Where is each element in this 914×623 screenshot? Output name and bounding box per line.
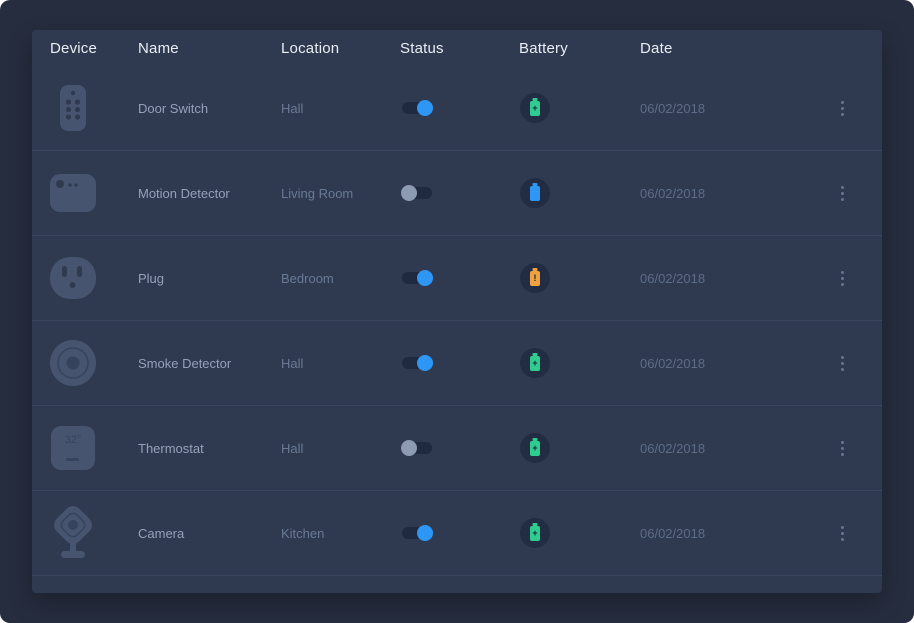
battery-icon xyxy=(530,186,540,201)
status-toggle[interactable] xyxy=(402,187,432,199)
toggle-knob xyxy=(417,525,433,541)
device-name: Smoke Detector xyxy=(138,356,281,371)
battery-indicator xyxy=(520,178,550,208)
device-name: Motion Detector xyxy=(138,186,281,201)
device-location: Hall xyxy=(281,101,400,116)
header-status: Status xyxy=(400,40,519,57)
row-menu-icon[interactable] xyxy=(833,266,852,291)
header-battery: Battery xyxy=(519,40,640,57)
row-menu-icon[interactable] xyxy=(833,96,852,121)
status-toggle[interactable] xyxy=(402,102,432,114)
device-date: 06/02/2018 xyxy=(640,526,818,541)
svg-text:32°: 32° xyxy=(65,434,82,446)
battery-indicator: ! xyxy=(520,263,550,293)
camera-icon xyxy=(50,503,96,563)
toggle-knob xyxy=(401,440,417,456)
row-menu-icon[interactable] xyxy=(833,351,852,376)
row-menu-icon[interactable] xyxy=(833,521,852,546)
device-date: 06/02/2018 xyxy=(640,186,818,201)
battery-icon: ! xyxy=(530,271,540,286)
device-date: 06/02/2018 xyxy=(640,356,818,371)
battery-icon: + xyxy=(530,526,540,541)
smoke-detector-icon xyxy=(50,333,96,393)
battery-indicator: + xyxy=(520,433,550,463)
battery-indicator: + xyxy=(520,93,550,123)
device-location: Hall xyxy=(281,441,400,456)
table-row: Camera Kitchen + 06/02/2018 xyxy=(32,491,882,576)
device-date: 06/02/2018 xyxy=(640,101,818,116)
device-table-card: Device Name Location Status Battery Date xyxy=(32,30,882,593)
table-header: Device Name Location Status Battery Date xyxy=(32,30,882,66)
device-name: Camera xyxy=(138,526,281,541)
device-name: Thermostat xyxy=(138,441,281,456)
header-name: Name xyxy=(138,40,281,57)
device-name: Plug xyxy=(138,271,281,286)
status-toggle[interactable] xyxy=(402,357,432,369)
motion-detector-icon xyxy=(50,163,96,223)
table-row: Door Switch Hall + 06/02/2018 xyxy=(32,66,882,151)
battery-icon: + xyxy=(530,441,540,456)
header-date: Date xyxy=(640,40,818,57)
status-toggle[interactable] xyxy=(402,272,432,284)
toggle-knob xyxy=(417,100,433,116)
toggle-knob xyxy=(417,270,433,286)
table-row: Smoke Detector Hall + 06/02/2018 xyxy=(32,321,882,406)
app-window: Device Name Location Status Battery Date xyxy=(0,0,914,623)
battery-indicator: + xyxy=(520,348,550,378)
door-switch-icon xyxy=(50,78,96,138)
device-location: Hall xyxy=(281,356,400,371)
table-row: 32° Thermostat Hall + 06/02/2018 xyxy=(32,406,882,491)
table-row: Plug Bedroom ! 06/02/2018 xyxy=(32,236,882,321)
toggle-knob xyxy=(401,185,417,201)
device-date: 06/02/2018 xyxy=(640,271,818,286)
battery-icon: + xyxy=(530,101,540,116)
device-name: Door Switch xyxy=(138,101,281,116)
toggle-knob xyxy=(417,355,433,371)
battery-icon: + xyxy=(530,356,540,371)
table-row: Motion Detector Living Room 06/02/2018 xyxy=(32,151,882,236)
status-toggle[interactable] xyxy=(402,527,432,539)
thermostat-icon: 32° xyxy=(50,418,96,478)
plug-icon xyxy=(50,248,96,308)
header-location: Location xyxy=(281,40,400,57)
device-location: Bedroom xyxy=(281,271,400,286)
battery-indicator: + xyxy=(520,518,550,548)
device-location: Living Room xyxy=(281,186,400,201)
device-location: Kitchen xyxy=(281,526,400,541)
row-menu-icon[interactable] xyxy=(833,436,852,461)
row-menu-icon[interactable] xyxy=(833,181,852,206)
header-device: Device xyxy=(50,40,138,57)
device-date: 06/02/2018 xyxy=(640,441,818,456)
status-toggle[interactable] xyxy=(402,442,432,454)
